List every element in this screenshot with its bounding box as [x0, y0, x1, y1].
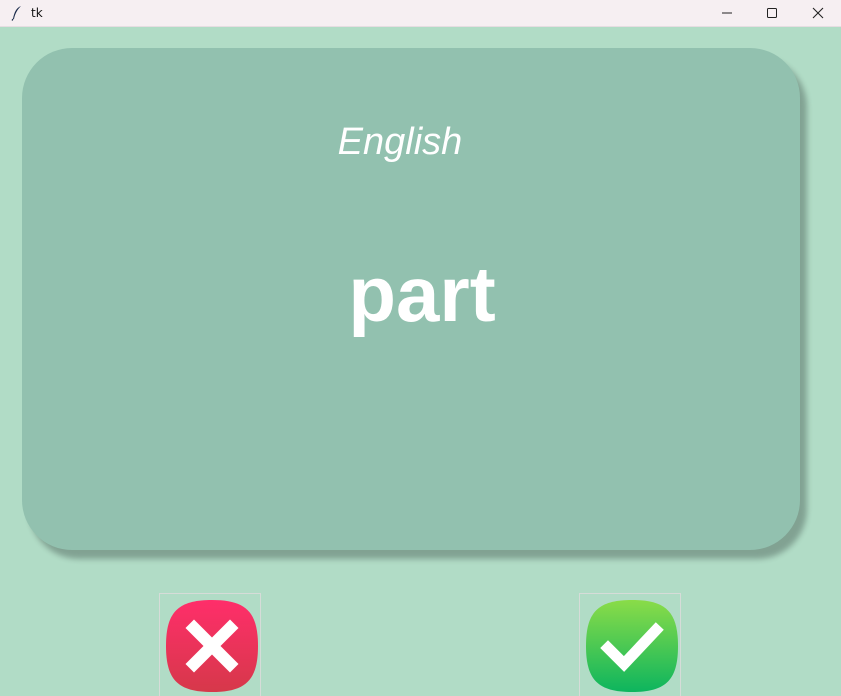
maximize-button[interactable]: [749, 0, 795, 26]
minimize-button[interactable]: [704, 0, 750, 26]
wrong-button[interactable]: [159, 593, 261, 696]
close-button[interactable]: [795, 0, 841, 26]
flashcard-canvas: English part: [0, 27, 841, 696]
card-language-label: English: [337, 121, 463, 163]
right-button[interactable]: [579, 593, 681, 696]
card-word: part: [348, 250, 496, 338]
maximize-icon: [767, 8, 777, 18]
title-bar: tk: [0, 0, 841, 27]
window-title: tk: [31, 6, 43, 20]
cross-icon: [166, 600, 258, 692]
minimize-icon: [722, 12, 732, 14]
close-icon: [812, 7, 824, 19]
checkmark-icon: [586, 600, 678, 692]
feather-icon: [10, 5, 24, 21]
